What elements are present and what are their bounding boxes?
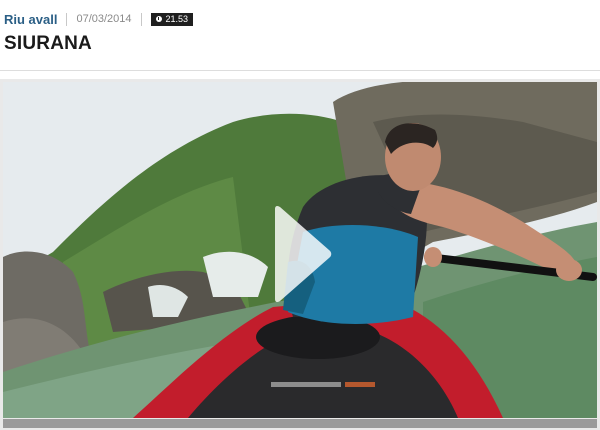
play-button[interactable] <box>271 205 333 303</box>
progress-bar[interactable] <box>3 419 597 428</box>
meta-separator <box>66 12 68 26</box>
video-player[interactable] <box>0 79 600 430</box>
video-frame[interactable] <box>3 82 597 418</box>
article-meta: Riu avall 07/03/2014 21.53 <box>4 10 194 28</box>
meta-separator <box>140 12 142 26</box>
play-icon <box>275 205 332 303</box>
clock-icon <box>155 16 162 22</box>
page-title: SIURANA <box>4 33 92 54</box>
publish-date: 07/03/2014 <box>76 13 132 25</box>
duration-text: 21.53 <box>165 14 189 24</box>
category-link[interactable]: Riu avall <box>4 12 57 27</box>
duration-badge: 21.53 <box>150 12 194 26</box>
header-divider <box>0 70 600 71</box>
